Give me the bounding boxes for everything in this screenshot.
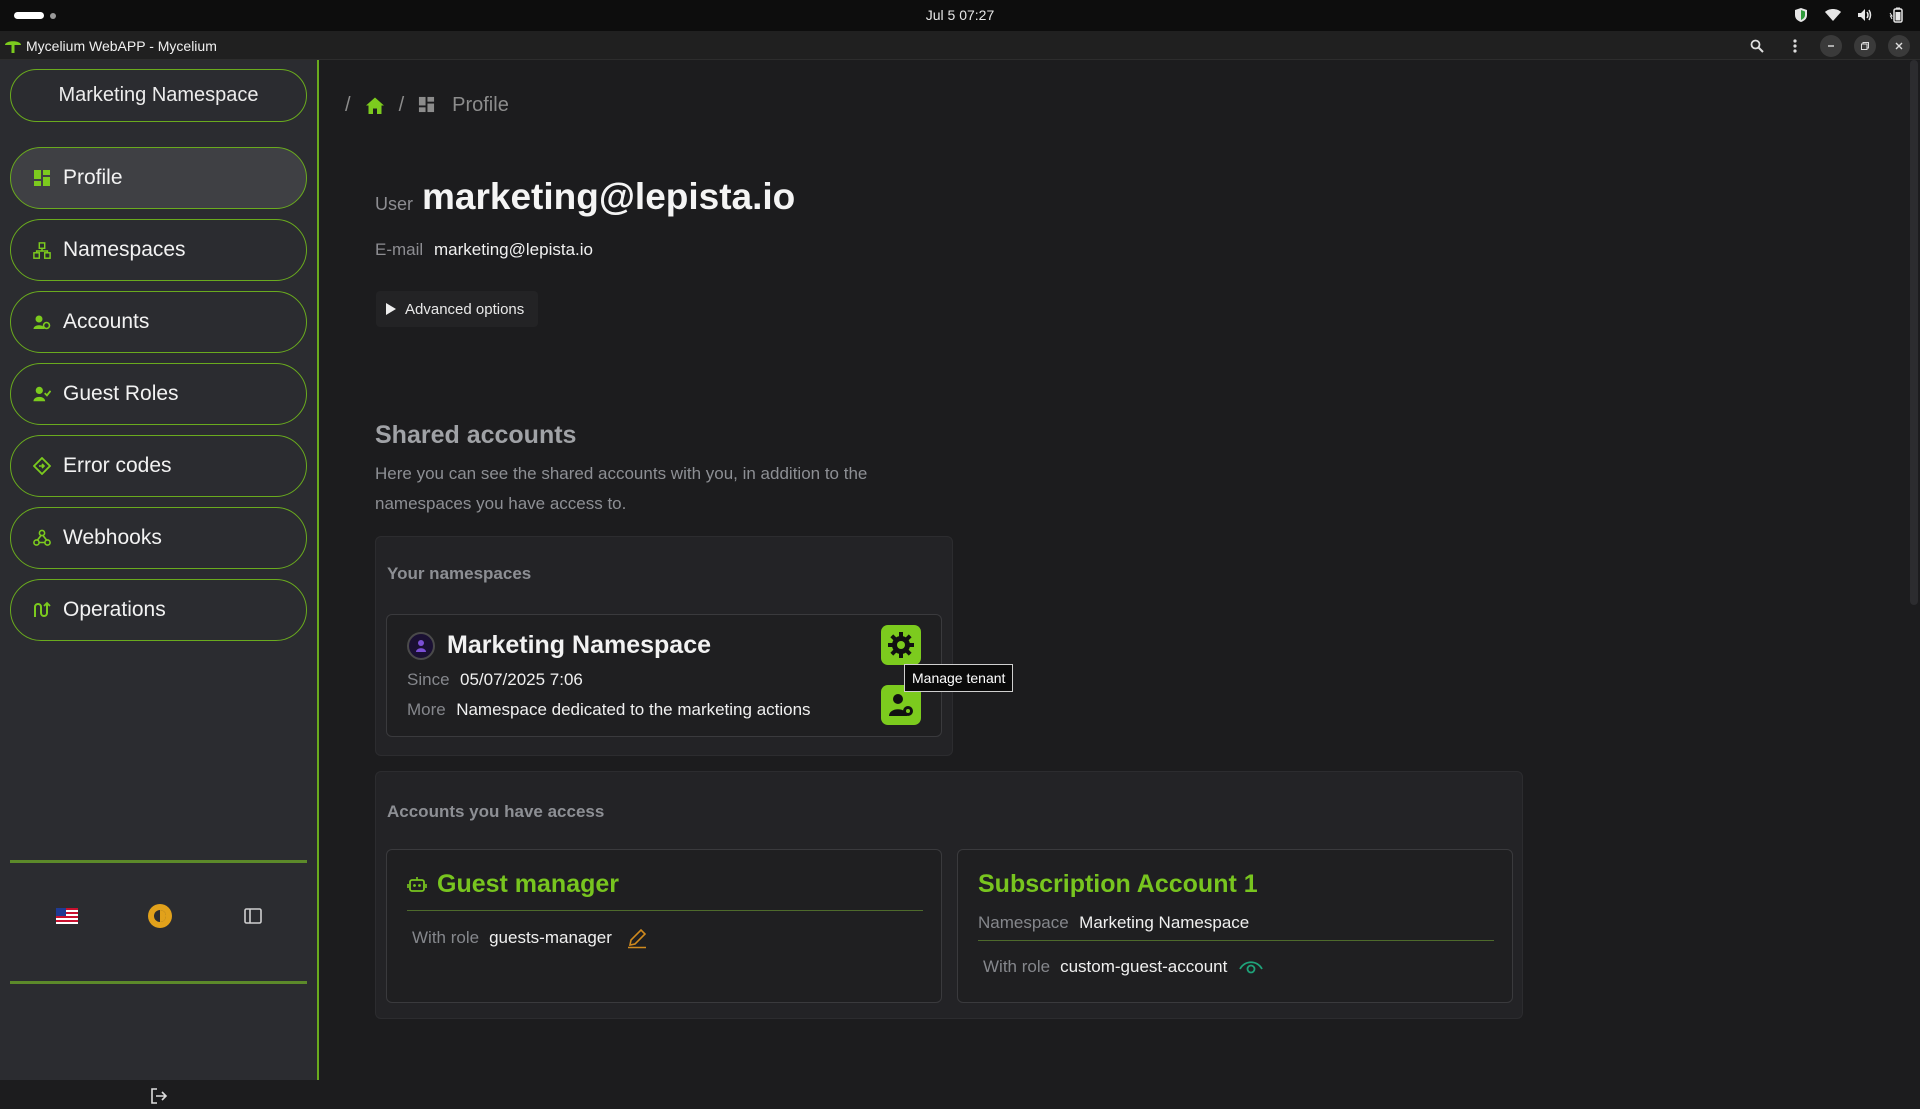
sidebar-item-accounts[interactable]: Accounts (10, 291, 307, 353)
battery-icon[interactable] (1888, 6, 1906, 24)
eye-icon[interactable] (1239, 959, 1264, 975)
grid-icon (418, 96, 438, 116)
error-codes-icon (33, 457, 51, 475)
card-divider (978, 940, 1494, 941)
sidebar: Marketing Namespace Profile Namespaces A… (0, 60, 319, 1104)
sidebar-item-label: Namespaces (63, 238, 186, 261)
home-icon[interactable] (365, 96, 385, 116)
theme-toggle-icon[interactable] (147, 903, 173, 929)
app-title-bar: Mycelium WebAPP - Mycelium (0, 31, 1920, 60)
shared-accounts-description: Here you can see the shared accounts wit… (375, 464, 868, 513)
namespaces-panel-title: Your namespaces (387, 564, 532, 583)
manage-tenant-button[interactable] (881, 625, 921, 665)
role-value: guests-manager (489, 928, 612, 947)
sidebar-item-label: Operations (63, 598, 166, 621)
since-value: 05/07/2025 7:06 (459, 670, 583, 689)
operations-icon (33, 601, 51, 619)
shield-icon[interactable] (1792, 6, 1810, 24)
sidebar-item-label: Accounts (63, 310, 150, 333)
more-value: Namespace dedicated to the marketing act… (456, 700, 811, 719)
system-tray[interactable] (1792, 6, 1906, 24)
webhooks-icon (33, 529, 51, 547)
namespace-label: Namespace (978, 913, 1069, 932)
breadcrumb-separator: / (398, 94, 405, 116)
namespace-card: Marketing Namespace Since 05/07/2025 7:0… (386, 614, 942, 737)
manage-tenant-tooltip: Manage tenant (904, 664, 1014, 692)
advanced-options-toggle[interactable]: Advanced options (376, 291, 538, 327)
edit-pencil-icon[interactable] (626, 927, 648, 949)
since-label: Since (407, 670, 450, 689)
sidebar-item-error-codes[interactable]: Error codes (10, 435, 307, 497)
account-card[interactable]: Guest manager With role guests-manager (386, 849, 942, 1003)
scrollbar[interactable] (1908, 60, 1920, 605)
role-label: With role (412, 928, 480, 947)
guest-roles-icon (33, 385, 51, 403)
namespaces-icon (33, 241, 51, 259)
user-label: User (375, 194, 414, 214)
logout-icon[interactable] (146, 1083, 172, 1109)
sidebar-tools (0, 903, 319, 929)
wifi-icon[interactable] (1824, 6, 1842, 24)
breadcrumb-current[interactable]: Profile (452, 94, 509, 117)
namespace-avatar (407, 632, 435, 660)
advanced-options-label: Advanced options (405, 300, 525, 318)
email-label: E-mail (375, 240, 424, 259)
account-title: Subscription Account 1 (978, 870, 1258, 899)
caret-right-icon (386, 303, 396, 315)
account-card[interactable]: Subscription Account 1 Namespace Marketi… (957, 849, 1513, 1003)
breadcrumb: / / Profile (345, 94, 509, 117)
robot-icon (407, 876, 427, 892)
sidebar-item-label: Webhooks (63, 526, 162, 549)
mycelium-logo-icon (5, 41, 21, 53)
restore-button[interactable] (1854, 35, 1876, 57)
sidebar-item-label: Profile (63, 166, 123, 189)
gear-icon (888, 632, 914, 658)
sidebar-item-operations[interactable]: Operations (10, 579, 307, 641)
namespace-selector[interactable]: Marketing Namespace (10, 69, 307, 122)
sidebar-item-profile[interactable]: Profile (10, 147, 307, 209)
namespaces-panel: Your namespaces Marketing Namespace Sinc… (375, 536, 953, 756)
namespace-value: Marketing Namespace (1079, 913, 1250, 932)
grid-icon (33, 169, 51, 187)
sidebar-item-label: Guest Roles (63, 382, 179, 405)
user-settings-icon (889, 694, 913, 716)
zoom-icon[interactable] (1744, 34, 1770, 58)
email-value: marketing@lepista.io (434, 240, 593, 259)
card-divider (407, 910, 923, 911)
breadcrumb-separator: / (345, 94, 351, 116)
role-label: With role (983, 957, 1051, 976)
scrollbar-thumb[interactable] (1910, 60, 1918, 605)
shared-accounts-heading: Shared accounts (375, 421, 577, 449)
sidebar-item-namespaces[interactable]: Namespaces (10, 219, 307, 281)
accounts-panel: Accounts you have access Guest manager W… (375, 771, 1523, 1019)
account-name: Guest manager (437, 870, 620, 898)
os-clock[interactable]: Jul 5 07:27 (0, 7, 1920, 23)
window-title: Mycelium WebAPP - Mycelium (26, 38, 217, 54)
role-value: custom-guest-account (1060, 957, 1228, 976)
sidebar-divider (10, 860, 307, 863)
close-button[interactable] (1888, 35, 1910, 57)
main-content: / / Profile User marketing@lepista.io E-… (321, 60, 1901, 1080)
accounts-panel-title: Accounts you have access (387, 802, 605, 821)
more-label: More (407, 700, 446, 719)
account-title: Guest manager (407, 870, 619, 899)
page-title: marketing@lepista.io (422, 176, 796, 217)
sidebar-toggle-icon[interactable] (240, 903, 266, 929)
account-name: Subscription Account 1 (978, 870, 1258, 898)
sidebar-item-label: Error codes (63, 454, 172, 477)
accounts-icon (33, 313, 51, 331)
sidebar-item-webhooks[interactable]: Webhooks (10, 507, 307, 569)
us-flag-icon[interactable] (54, 903, 80, 929)
minimize-button[interactable] (1820, 35, 1842, 57)
sidebar-item-guest-roles[interactable]: Guest Roles (10, 363, 307, 425)
volume-icon[interactable] (1856, 6, 1874, 24)
os-top-bar: Jul 5 07:27 (0, 0, 1920, 31)
namespace-name: Marketing Namespace (447, 631, 712, 659)
kebab-menu-icon[interactable] (1782, 34, 1808, 58)
sidebar-divider (10, 981, 307, 984)
